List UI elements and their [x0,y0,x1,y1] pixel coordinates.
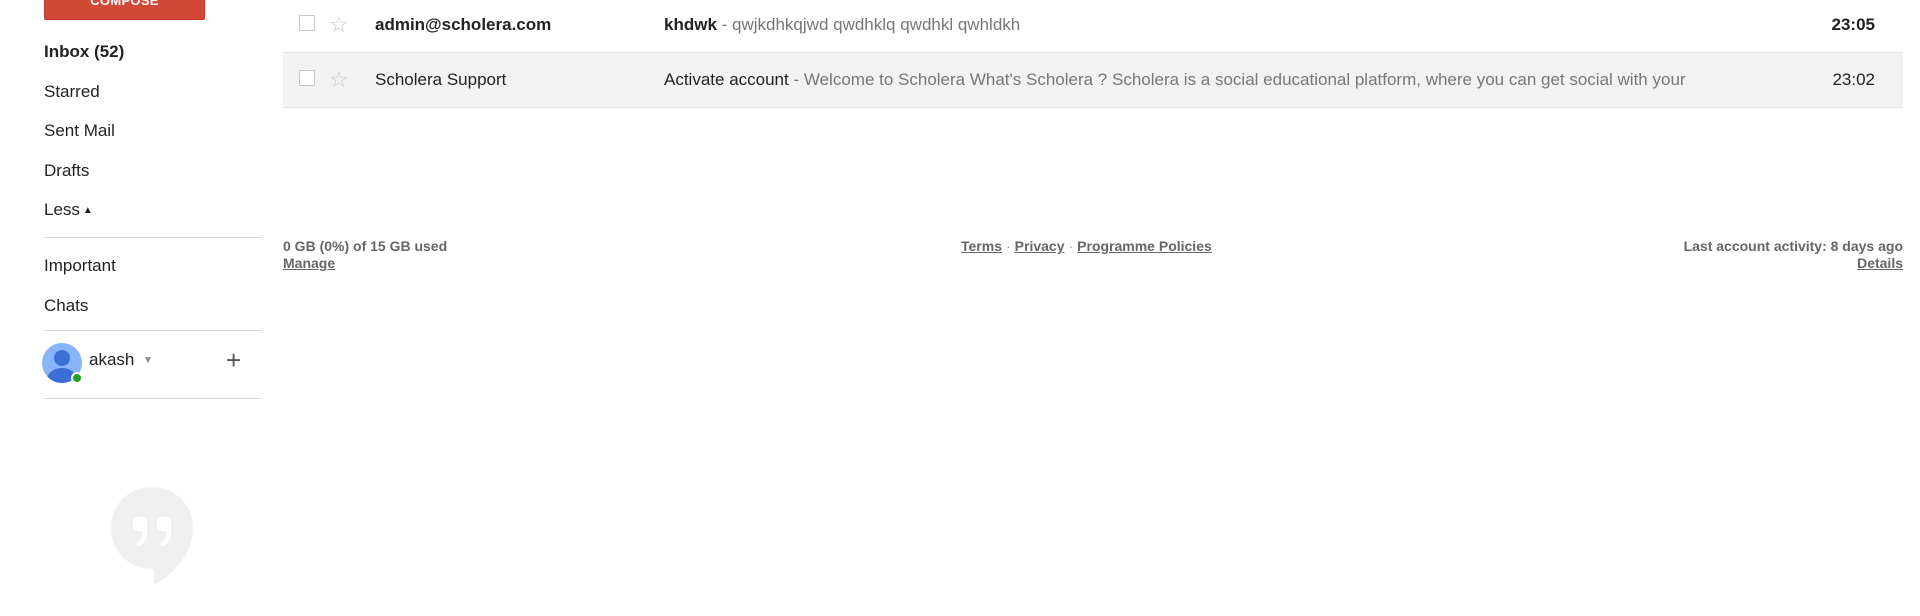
separator: · [1005,238,1011,254]
mail-subject: Activate account [664,70,789,89]
mail-time: 23:02 [1832,70,1875,89]
plus-icon[interactable]: + [226,345,241,376]
star-icon[interactable]: ☆ [329,53,349,107]
sidebar-divider [44,330,262,331]
compose-button[interactable]: COMPOSE [44,0,205,20]
mail-row[interactable]: ☆ Scholera Support Activate account - We… [283,53,1903,108]
storage-text: 0 GB (0%) of 15 GB used [283,238,448,254]
caret-up-icon: ▲ [82,205,93,216]
select-checkbox[interactable] [299,15,315,31]
mail-sender: Scholera Support [375,70,507,89]
sidebar-item-chats[interactable]: Chats [44,291,262,331]
details-link[interactable]: Details [1684,255,1903,272]
star-icon[interactable]: ☆ [329,0,349,52]
sidebar-nav: Inbox (52) Starred Sent Mail Drafts Less… [44,37,262,235]
select-checkbox[interactable] [299,70,315,86]
sidebar-item-starred[interactable]: Starred [44,77,262,117]
mail-snippet: - qwjkdhkqjwd qwdhklq qwdhkl qwhldkh [716,15,1021,34]
manage-link[interactable]: Manage [283,255,447,272]
sidebar-divider [44,398,262,399]
sidebar-item-less-label: Less [44,200,80,219]
mail-subject: khdwk [664,15,717,34]
mail-sender: admin@scholera.com [375,15,552,34]
sidebar-divider [44,237,262,238]
separator: · [1068,238,1074,254]
online-status-icon [71,372,83,384]
sidebar-item-less[interactable]: Less ▲ [44,195,262,235]
sidebar-item-drafts[interactable]: Drafts [44,156,262,196]
account-activity: Last account activity: 8 days ago Detail… [1684,238,1903,272]
mail-snippet: - Welcome to Scholera What's Scholera ? … [788,70,1686,89]
sidebar-nav-secondary: Important Chats [44,251,262,330]
programme-policies-link[interactable]: Programme Policies [1077,238,1212,254]
activity-text: Last account activity: 8 days ago [1683,238,1903,254]
mail-time: 23:05 [1831,15,1875,34]
chevron-down-icon[interactable]: ▼ [143,355,153,366]
mail-subject-snippet: Activate account - Welcome to Scholera W… [664,53,1754,107]
hangouts-quote-icon[interactable] [109,485,195,585]
mail-list: ☆ admin@scholera.com khdwk - qwjkdhkqjwd… [283,0,1903,108]
terms-link[interactable]: Terms [961,238,1002,254]
hangouts-user-row: akash ▼ + [42,343,262,387]
avatar-head-shape [54,350,70,366]
storage-info: 0 GB (0%) of 15 GB used Manage [283,238,447,272]
privacy-link[interactable]: Privacy [1015,238,1065,254]
sidebar-item-important[interactable]: Important [44,251,262,291]
sidebar-item-inbox[interactable]: Inbox (52) [44,37,262,77]
mail-subject-snippet: khdwk - qwjkdhkqjwd qwdhklq qwdhkl qwhld… [664,0,1754,52]
gmail-page: COMPOSE Inbox (52) Starred Sent Mail Dra… [0,0,1920,616]
user-name[interactable]: akash [89,350,134,370]
mail-row[interactable]: ☆ admin@scholera.com khdwk - qwjkdhkqjwd… [283,0,1903,53]
policy-links: Terms · Privacy · Programme Policies [961,238,1212,255]
sidebar-item-sent-mail[interactable]: Sent Mail [44,116,262,156]
